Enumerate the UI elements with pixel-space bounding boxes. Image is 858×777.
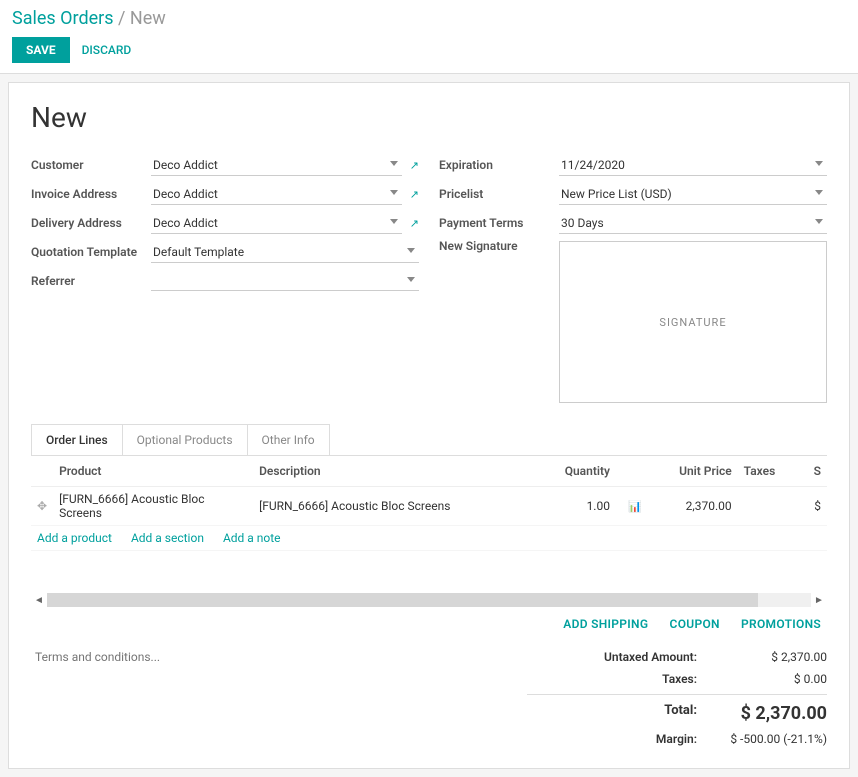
promotions-link[interactable]: PROMOTIONS (741, 617, 821, 631)
tab-other-info[interactable]: Other Info (248, 425, 329, 455)
quotation-template-field[interactable]: Default Template (151, 242, 419, 263)
add-section-link[interactable]: Add a section (131, 531, 204, 545)
terms-input[interactable] (31, 646, 497, 750)
save-button[interactable]: SAVE (12, 37, 70, 63)
add-product-link[interactable]: Add a product (37, 531, 112, 545)
label-quotation-template: Quotation Template (31, 245, 151, 259)
chevron-down-icon (815, 190, 823, 195)
referrer-field[interactable] (151, 271, 419, 291)
add-shipping-link[interactable]: ADD SHIPPING (563, 617, 648, 631)
label-pricelist: Pricelist (439, 187, 559, 201)
col-quantity: Quantity (536, 456, 616, 487)
total-label: Total: (527, 703, 717, 724)
external-link-icon[interactable]: ↗ (410, 188, 419, 201)
tabs: Order Lines Optional Products Other Info (31, 424, 330, 455)
chevron-down-icon (390, 190, 398, 195)
label-customer: Customer (31, 158, 151, 172)
table-row[interactable]: ✥ [FURN_6666] Acoustic Bloc Screens [FUR… (31, 487, 827, 526)
tab-order-lines[interactable]: Order Lines (32, 425, 123, 455)
label-expiration: Expiration (439, 158, 559, 172)
cell-qty[interactable]: 1.00 (536, 487, 616, 526)
label-signature: New Signature (439, 239, 559, 253)
scroll-right-icon[interactable]: ► (811, 595, 827, 606)
col-taxes: Taxes (738, 456, 808, 487)
label-delivery-address: Delivery Address (31, 216, 151, 230)
invoice-address-field[interactable]: Deco Addict (151, 184, 402, 205)
cell-subtotal: $ (808, 487, 827, 526)
chevron-down-icon (815, 219, 823, 224)
margin-label: Margin: (527, 732, 717, 746)
total-value: $ 2,370.00 (717, 703, 827, 724)
chevron-down-icon (390, 161, 398, 166)
breadcrumb-root[interactable]: Sales Orders (12, 8, 114, 29)
delivery-address-field[interactable]: Deco Addict (151, 213, 402, 234)
taxes-value: $ 0.00 (717, 672, 827, 686)
coupon-link[interactable]: COUPON (670, 617, 720, 631)
pricelist-field[interactable]: New Price List (USD) (559, 184, 827, 205)
table-header-row: Product Description Quantity Unit Price … (31, 456, 827, 487)
external-link-icon[interactable]: ↗ (410, 217, 419, 230)
horizontal-scrollbar[interactable]: ◄ ► (31, 593, 827, 607)
totals: Untaxed Amount:$ 2,370.00 Taxes:$ 0.00 T… (527, 646, 827, 750)
cell-description[interactable]: [FURN_6666] Acoustic Bloc Screens (253, 487, 536, 526)
col-unit-price: Unit Price (648, 456, 738, 487)
taxes-label: Taxes: (527, 672, 717, 686)
chevron-down-icon (815, 161, 823, 166)
chevron-down-icon (407, 277, 415, 282)
label-invoice-address: Invoice Address (31, 187, 151, 201)
chevron-down-icon (390, 219, 398, 224)
col-product: Product (53, 456, 253, 487)
breadcrumb-current: New (130, 8, 166, 29)
customer-field[interactable]: Deco Addict (151, 155, 402, 176)
untaxed-value: $ 2,370.00 (717, 650, 827, 664)
scroll-left-icon[interactable]: ◄ (31, 595, 47, 606)
cell-taxes[interactable] (738, 487, 808, 526)
forecast-icon[interactable]: 📊 (628, 500, 642, 513)
chevron-down-icon (407, 248, 415, 253)
label-payment-terms: Payment Terms (439, 216, 559, 230)
tab-optional-products[interactable]: Optional Products (123, 425, 248, 455)
drag-handle-icon[interactable]: ✥ (31, 487, 53, 526)
margin-value: $ -500.00 (-21.1%) (717, 732, 827, 746)
col-subtotal: S (808, 456, 827, 487)
untaxed-label: Untaxed Amount: (527, 650, 717, 664)
breadcrumb: Sales Orders / New (12, 8, 846, 29)
page-title: New (31, 101, 827, 134)
cell-product[interactable]: [FURN_6666] Acoustic Bloc Screens (53, 487, 253, 526)
cell-unit-price[interactable]: 2,370.00 (648, 487, 738, 526)
signature-box[interactable]: SIGNATURE (559, 241, 827, 403)
payment-terms-field[interactable]: 30 Days (559, 213, 827, 234)
col-description: Description (253, 456, 536, 487)
external-link-icon[interactable]: ↗ (410, 159, 419, 172)
label-referrer: Referrer (31, 274, 151, 288)
expiration-field[interactable]: 11/24/2020 (559, 155, 827, 176)
discard-button[interactable]: DISCARD (82, 43, 132, 57)
add-note-link[interactable]: Add a note (223, 531, 281, 545)
